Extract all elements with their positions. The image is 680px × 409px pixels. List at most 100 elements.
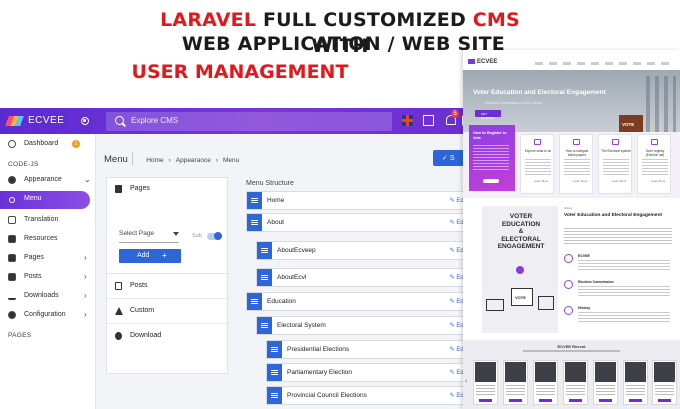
chevron-right-icon: ›	[84, 272, 87, 281]
panel-item-posts[interactable]: Posts	[107, 275, 229, 297]
chevron-right-icon: ›	[84, 291, 87, 300]
recent-button[interactable]	[599, 399, 612, 402]
menu-tree-item-label: Parliamentary Election	[287, 369, 353, 376]
panel-item-download[interactable]: Download	[107, 325, 229, 347]
drag-handle-icon[interactable]	[247, 214, 262, 231]
feature-title: History	[578, 306, 591, 310]
drag-handle-icon[interactable]	[257, 317, 272, 334]
menu-tree-item-label: Presidential Elections	[287, 346, 350, 353]
about-title: Voter Education and Electoral Engagement	[564, 213, 662, 218]
sidebar-toggle-icon[interactable]	[81, 117, 89, 125]
sidebar-item-dashboard[interactable]: Dashboard 2	[0, 136, 96, 153]
service-icon	[573, 139, 580, 145]
voter-education-illustration: VOTER EDUCATION & ELECTORAL ENGAGEMENT V…	[482, 206, 558, 333]
chevron-right-icon: ›	[84, 310, 87, 319]
sidebar-item-posts[interactable]: Posts ›	[0, 269, 96, 286]
feature-title: Election Commission	[578, 280, 614, 284]
site-hero: VOTE Voter Education and Electoral Engag…	[463, 70, 680, 132]
drag-handle-icon[interactable]	[267, 341, 282, 358]
menu-tree-item[interactable]: AboutEcveep ✎ Edi	[256, 241, 468, 260]
menu-tree-item[interactable]: AboutEcvl ✎ Edi	[256, 268, 468, 287]
recent-text	[655, 385, 674, 395]
panel-item-pages[interactable]: Pages	[107, 178, 229, 200]
service-card[interactable]: Voter registry (Election list) Learn Mor…	[637, 134, 671, 194]
service-title: Voter registry (Election list)	[645, 149, 665, 157]
breadcrumb-appearance[interactable]: Appearance	[176, 157, 211, 164]
search-input[interactable]: Explore CMS	[106, 112, 392, 131]
recent-thumbnail	[565, 362, 586, 382]
about-eyebrow: About	[564, 206, 572, 210]
site-menu-links[interactable]	[535, 62, 675, 65]
service-card[interactable]: Explore what to do Learn More	[520, 134, 554, 194]
admin-brand: ECVEE	[28, 115, 65, 126]
service-card[interactable]: How to navigate ballot papers Learn More	[559, 134, 593, 194]
sidebar-item-resources[interactable]: Resources	[0, 231, 96, 248]
drag-handle-icon[interactable]	[247, 192, 262, 209]
recent-button[interactable]	[509, 399, 522, 402]
sub-toggle[interactable]	[207, 232, 222, 240]
recent-button[interactable]	[539, 399, 552, 402]
language-flag-icon[interactable]	[402, 115, 413, 126]
select-page-value: Select Page	[119, 230, 155, 237]
chevron-right-icon[interactable]: ›	[673, 378, 675, 385]
select-page-dropdown[interactable]: Select Page	[119, 227, 179, 243]
drag-handle-icon[interactable]	[267, 387, 282, 404]
recent-card[interactable]	[563, 360, 588, 405]
menu-tree-item[interactable]: Electoral System ✎ Edi	[256, 316, 468, 335]
service-text	[564, 159, 590, 175]
sidebar-item-menu[interactable]: Menu	[0, 191, 90, 209]
drag-handle-icon[interactable]	[267, 364, 282, 381]
chevron-left-icon[interactable]: ‹	[465, 378, 467, 385]
fullscreen-icon[interactable]	[423, 115, 434, 126]
recent-card[interactable]	[503, 360, 528, 405]
menu-tree-item[interactable]: Education ✎ Edi	[246, 292, 468, 311]
sidebar-item-pages[interactable]: Pages ›	[0, 250, 96, 267]
service-more-link[interactable]: Learn More	[651, 179, 665, 183]
feature-icon	[564, 254, 573, 263]
drag-handle-icon[interactable]	[257, 269, 272, 286]
breadcrumb-divider	[132, 152, 133, 165]
recent-button[interactable]	[569, 399, 582, 402]
site-logo[interactable]: ECVEE	[468, 59, 497, 65]
admin-topbar: ECVEE Explore CMS 5	[0, 108, 468, 134]
page-title: Menu	[104, 154, 128, 165]
sidebar-item-translation[interactable]: Translation	[0, 212, 96, 229]
save-button-label: ✓ S	[442, 155, 455, 162]
menu-structure-title: Menu Structure	[246, 180, 294, 187]
sidebar-item-label: Appearance	[24, 176, 62, 183]
menu-tree-item[interactable]: Presidential Elections ✎ Edi	[266, 340, 468, 359]
recent-button[interactable]	[479, 399, 492, 402]
breadcrumb-home[interactable]: Home	[146, 157, 163, 164]
drag-handle-icon[interactable]	[247, 293, 262, 310]
sidebar-item-downloads[interactable]: Downloads ›	[0, 288, 96, 305]
recent-card[interactable]	[593, 360, 618, 405]
menu-tree-item-label: Home	[267, 197, 285, 204]
notification-badge: 5	[451, 110, 459, 118]
service-card[interactable]: The Electoral system Learn More	[598, 134, 632, 194]
recent-card[interactable]	[533, 360, 558, 405]
divider	[107, 298, 229, 299]
menu-tree-item[interactable]: Parliamentary Election ✎ Edi	[266, 363, 468, 382]
search-icon	[115, 116, 124, 125]
promo-button[interactable]	[483, 179, 499, 183]
recent-button[interactable]	[658, 399, 671, 402]
recent-button[interactable]	[629, 399, 642, 402]
recent-card[interactable]	[623, 360, 648, 405]
menu-tree-item[interactable]: About ✎ Edi	[246, 213, 468, 232]
sidebar-item-label: Posts	[24, 273, 42, 280]
panel-item-custom[interactable]: Custom	[107, 300, 229, 322]
hero-cta-button[interactable]: GET STARTED	[475, 110, 501, 120]
menu-tree-item-label: About	[267, 219, 284, 226]
sidebar-item-configuration[interactable]: Configuration ›	[0, 307, 96, 324]
voting-booth-icon	[486, 299, 504, 311]
drag-handle-icon[interactable]	[257, 242, 272, 259]
service-more-link[interactable]: Learn More	[573, 179, 587, 183]
menu-tree-item[interactable]: Home ✎ Edi	[246, 191, 468, 210]
service-more-link[interactable]: Learn More	[612, 179, 626, 183]
register-promo-card[interactable]: How to Register to Vote	[469, 125, 515, 191]
add-button[interactable]: Add +	[119, 249, 181, 263]
recent-card[interactable]	[473, 360, 498, 405]
menu-tree-item[interactable]: Provincial Council Elections ✎ Edi	[266, 386, 468, 405]
service-more-link[interactable]: Learn More	[534, 179, 548, 183]
sidebar-item-appearance[interactable]: Appearance ⌄	[0, 172, 96, 189]
